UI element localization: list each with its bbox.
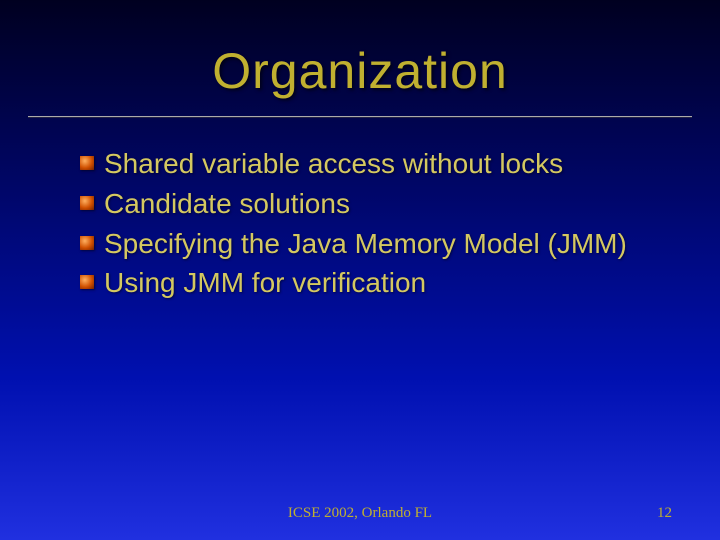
list-item: Using JMM for verification xyxy=(80,265,660,301)
slide-title: Organization xyxy=(0,0,720,100)
title-divider xyxy=(28,116,692,118)
list-item: Specifying the Java Memory Model (JMM) xyxy=(80,226,660,262)
slide: Organization Shared variable access with… xyxy=(0,0,720,540)
page-number: 12 xyxy=(657,505,672,522)
bullet-list: Shared variable access without locks Can… xyxy=(80,146,660,301)
list-item: Candidate solutions xyxy=(80,186,660,222)
footer-venue: ICSE 2002, Orlando FL xyxy=(0,505,720,522)
list-item: Shared variable access without locks xyxy=(80,146,660,182)
